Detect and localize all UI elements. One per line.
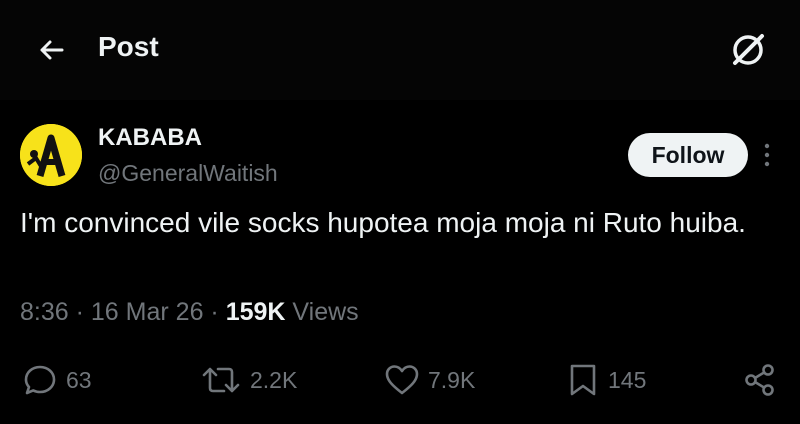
reply-count: 63 [66, 366, 92, 393]
views-label: Views [292, 298, 359, 326]
tweet-text: I'm convinced vile socks hupotea moja mo… [20, 207, 746, 238]
top-bar: Post [0, 0, 800, 100]
heart-icon [385, 365, 419, 395]
tweet-date[interactable]: 16 Mar 26 [91, 298, 204, 326]
tweet-meta: 8:36 · 16 Mar 26 · 159K Views [20, 298, 359, 327]
author-name[interactable]: KABABA [98, 124, 202, 152]
separator: · [75, 298, 84, 326]
repost-button[interactable]: 2.2K [200, 358, 297, 402]
author-handle[interactable]: @GeneralWaitish [98, 160, 278, 187]
more-vertical-icon [764, 143, 770, 167]
separator: · [210, 298, 219, 326]
more-options-button[interactable] [756, 140, 778, 170]
grok-icon [733, 34, 764, 65]
bookmark-icon [570, 364, 596, 396]
reply-icon [24, 365, 56, 395]
follow-button[interactable]: Follow [628, 133, 748, 177]
bookmark-button[interactable]: 145 [566, 358, 646, 402]
arrow-left-icon [40, 40, 64, 60]
action-bar: 63 2.2K 7.9K 145 [0, 358, 800, 402]
bookmark-count: 145 [608, 366, 647, 393]
tweet-time[interactable]: 8:36 [20, 298, 69, 326]
repost-icon [202, 367, 240, 393]
back-button[interactable] [36, 34, 68, 66]
like-count: 7.9K [428, 366, 476, 393]
page-title: Post [98, 31, 159, 62]
reply-button[interactable]: 63 [22, 358, 92, 402]
avatar-logo [20, 124, 82, 186]
repost-count: 2.2K [250, 366, 298, 393]
share-icon [745, 364, 774, 396]
like-button[interactable]: 7.9K [384, 358, 475, 402]
avatar[interactable] [20, 124, 82, 186]
share-button[interactable] [742, 358, 778, 402]
grok-button[interactable] [728, 30, 768, 70]
views-count[interactable]: 159K [226, 298, 286, 326]
